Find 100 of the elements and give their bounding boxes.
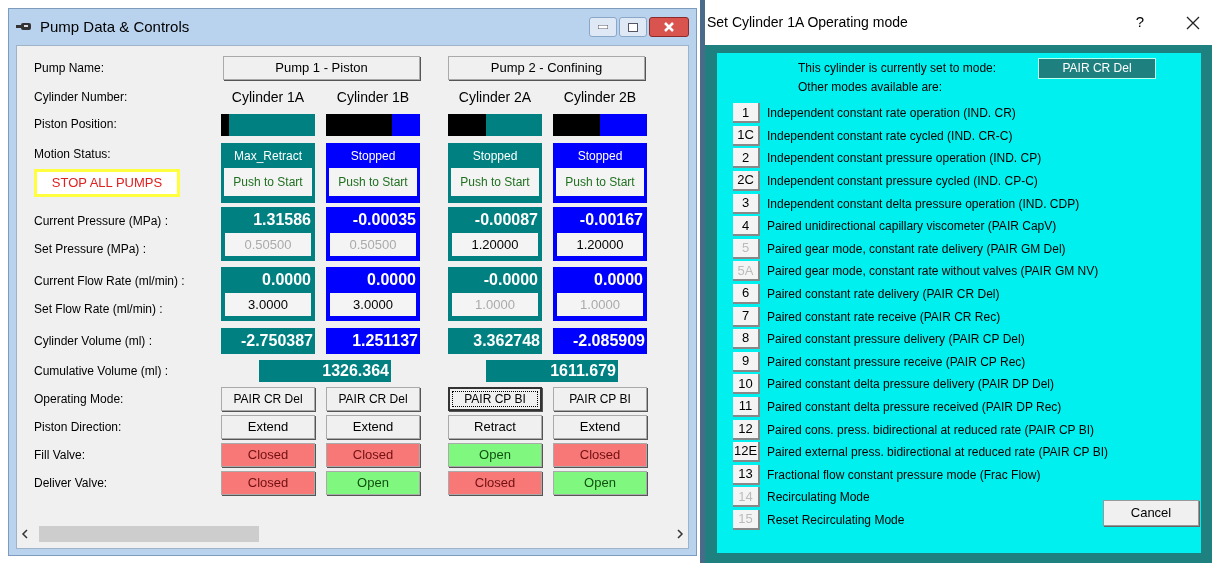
mode-description: Paired constant rate delivery (PAIR CR Del) [767, 286, 1000, 304]
valve-button[interactable]: Closed [448, 471, 542, 495]
valve-button[interactable]: Open [326, 471, 420, 495]
operating-mode-button[interactable]: PAIR CP BI [553, 387, 647, 411]
mode-key-button[interactable]: 1 [733, 103, 760, 124]
motion-status-text: Max_Retract [234, 148, 302, 165]
mode-description: Paired constant delta pressure delivery (PAIR DP Del) [767, 376, 1054, 394]
mode-description: Paired external press. bidirectional at reduced rate (PAIR CP BI) [767, 444, 1109, 462]
minimize-icon [598, 25, 608, 29]
current-value: 0.0000 [261, 270, 312, 290]
current-value: -0.00087 [473, 210, 539, 230]
current-value: 0.0000 [366, 270, 417, 290]
pump-name-button[interactable]: Pump 2 - Confining [448, 56, 645, 80]
mode-key-button[interactable]: 7 [733, 306, 760, 327]
mode-key-button[interactable]: 2C [733, 171, 760, 192]
piston-direction-button[interactable]: Extend [553, 415, 647, 439]
field-label: Cumulative Volume (ml) : [34, 363, 170, 380]
mode-key-button[interactable]: 8 [733, 329, 760, 350]
cylinder-volume-display: -2.750387 [221, 328, 315, 354]
cylinder-label: Cylinder 1A [230, 88, 306, 107]
mode-description: Reset Recirculating Mode [767, 512, 905, 529]
valve-button[interactable]: Closed [221, 443, 315, 467]
mode-description: Paired constant rate receive (PAIR CR Rec) [767, 308, 1001, 326]
mode-description: Independent constant pressure cycled (IND. CP-C) [767, 173, 1038, 191]
stop-all-pumps-button[interactable]: STOP ALL PUMPS [34, 169, 180, 197]
help-button[interactable]: ? [1135, 11, 1144, 34]
operating-mode-button[interactable]: PAIR CP BI [448, 387, 542, 411]
mode-key-button[interactable]: 11 [733, 397, 760, 417]
close-icon [664, 22, 674, 32]
push-to-start-button[interactable]: Push to Start [224, 168, 312, 196]
mode-key-button[interactable]: 6 [733, 284, 760, 305]
mode-description: Independent constant rate cycled (IND. CR-C) [767, 127, 1013, 145]
field-label: Set Flow Rate (ml/min) : [34, 301, 164, 318]
motion-status-text: Stopped [350, 148, 396, 165]
cylinder-label: Cylinder 1B [335, 88, 411, 107]
valve-button[interactable]: Closed [221, 471, 315, 495]
mode-key-button[interactable]: 4 [733, 216, 760, 237]
mode-key-button[interactable]: 9 [733, 351, 760, 372]
maximize-button[interactable] [619, 17, 647, 37]
cancel-button[interactable]: Cancel [1103, 500, 1199, 526]
mode-description: Independent constant delta pressure operation (IND. CDP) [767, 195, 1080, 213]
piston-direction-button[interactable]: Extend [326, 415, 420, 439]
field-label: Deliver Valve: [34, 475, 109, 492]
motion-status-text: Stopped [577, 148, 623, 165]
close-button[interactable] [649, 17, 689, 37]
mode-description: Paired gear mode, constant rate delivery (PAIR GM Del) [767, 240, 1066, 258]
mode-key-button[interactable]: 13 [733, 464, 760, 485]
cylinder-label: Cylinder 2A [457, 88, 533, 107]
valve-button[interactable]: Closed [553, 443, 647, 467]
mode-description: Paired cons. press. bidirectional at reduced rate (PAIR CP BI) [767, 421, 1095, 439]
operating-mode-button[interactable]: PAIR CR Del [221, 387, 315, 411]
current-mode-label: This cylinder is currently set to mode: [798, 60, 998, 77]
cylinder-volume-display: -2.085909 [553, 328, 647, 354]
current-mode-display: PAIR CR Del [1038, 57, 1156, 79]
mode-key-button[interactable]: 12 [733, 419, 760, 440]
mode-description: Paired unidirectional capillary viscometer (PAIR CapV) [767, 218, 1057, 236]
current-value: -0.00035 [351, 210, 417, 230]
dialog-title: Set Cylinder 1A Operating mode [707, 13, 908, 32]
set-value-field[interactable]: 1.20000 [557, 233, 643, 256]
scrollbar-thumb[interactable] [39, 526, 259, 542]
mode-description: Paired constant delta pressure received (PAIR DP Rec) [767, 399, 1062, 416]
current-value: -0.00167 [578, 210, 644, 230]
set-value-field[interactable]: 3.0000 [330, 293, 416, 316]
mode-key-button[interactable]: 10 [733, 374, 760, 395]
other-modes-label: Other modes available are: [797, 79, 944, 96]
close-icon[interactable] [1186, 15, 1200, 30]
operating-mode-button[interactable]: PAIR CR Del [326, 387, 420, 411]
cylinder-label: Cylinder 2B [562, 88, 638, 107]
pump-name-button[interactable]: Pump 1 - Piston [223, 56, 420, 80]
mode-description: Paired gear mode, constant rate without valves (PAIR GM NV) [767, 263, 1099, 281]
push-to-start-button[interactable]: Push to Start [451, 168, 539, 196]
field-label: Motion Status: [34, 146, 112, 163]
pump-icon [16, 22, 34, 32]
scroll-right-icon[interactable] [676, 529, 684, 539]
set-value-field[interactable]: 3.0000 [225, 293, 311, 316]
scroll-left-icon[interactable] [21, 529, 29, 539]
current-value: 0.0000 [593, 270, 644, 290]
field-label: Operating Mode: [34, 391, 125, 408]
piston-direction-button[interactable]: Retract [448, 415, 542, 439]
field-label: Current Flow Rate (ml/min) : [34, 273, 186, 290]
set-value-field[interactable]: 1.20000 [452, 233, 538, 256]
mode-description: Paired constant pressure receive (PAIR CP Rec) [767, 353, 1026, 371]
mode-description: Independent constant pressure operation (IND. CP) [767, 150, 1042, 168]
push-to-start-button[interactable]: Push to Start [556, 168, 644, 196]
mode-key-button[interactable]: 1C [733, 125, 760, 146]
mode-key-button[interactable]: 12E [733, 442, 760, 463]
cylinder-volume-display: 1.251137 [326, 328, 420, 354]
push-to-start-button[interactable]: Push to Start [329, 168, 417, 196]
valve-button[interactable]: Open [553, 471, 647, 495]
mode-key-button[interactable]: 2 [733, 148, 760, 169]
cumulative-volume-display: 1611.679 [486, 360, 618, 382]
field-label: Fill Valve: [34, 447, 87, 464]
cumulative-volume-display: 1326.364 [259, 360, 391, 382]
valve-button[interactable]: Closed [326, 443, 420, 467]
field-label: Cylinder Volume (ml) : [34, 333, 154, 350]
mode-description: Paired constant pressure delivery (PAIR CP Del) [767, 331, 1025, 349]
mode-key-button[interactable]: 3 [733, 193, 760, 214]
valve-button[interactable]: Open [448, 443, 542, 467]
piston-direction-button[interactable]: Extend [221, 415, 315, 439]
window-title: Pump Data & Controls [40, 16, 190, 37]
